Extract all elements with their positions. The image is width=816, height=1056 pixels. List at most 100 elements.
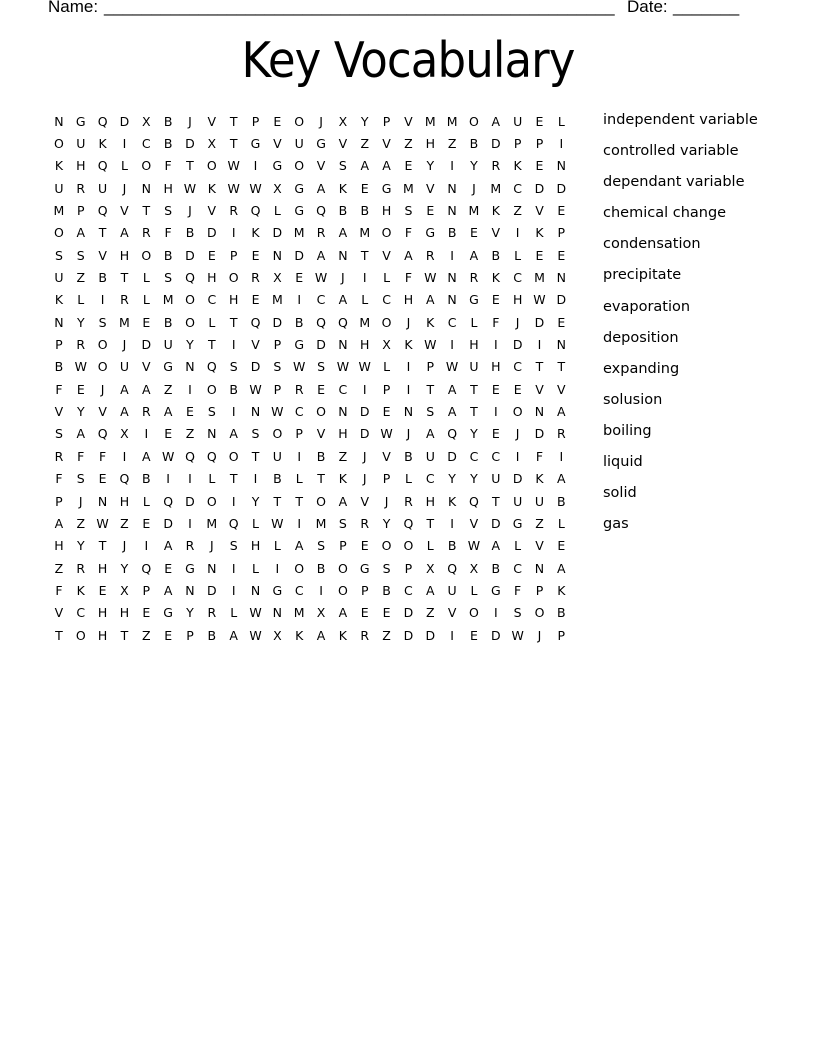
grid-cell[interactable]: B <box>201 628 223 643</box>
grid-cell[interactable]: B <box>223 382 245 397</box>
grid-cell[interactable]: H <box>245 538 267 553</box>
grid-cell[interactable]: R <box>70 561 92 576</box>
grid-cell[interactable]: X <box>135 114 157 129</box>
grid-cell[interactable]: V <box>376 136 398 151</box>
grid-cell[interactable]: I <box>398 382 420 397</box>
grid-cell[interactable]: R <box>70 337 92 352</box>
grid-cell[interactable]: U <box>507 114 529 129</box>
grid-cell[interactable]: B <box>354 203 376 218</box>
grid-cell[interactable]: V <box>48 404 70 419</box>
grid-cell[interactable]: H <box>157 181 179 196</box>
grid-cell[interactable]: E <box>376 605 398 620</box>
grid-cell[interactable]: U <box>114 359 136 374</box>
grid-cell[interactable]: T <box>529 359 551 374</box>
grid-cell[interactable]: Y <box>463 426 485 441</box>
grid-cell[interactable]: P <box>48 337 70 352</box>
grid-cell[interactable]: R <box>354 516 376 531</box>
grid-cell[interactable]: N <box>245 404 267 419</box>
grid-cell[interactable]: G <box>288 203 310 218</box>
grid-cell[interactable]: D <box>398 628 420 643</box>
grid-cell[interactable]: O <box>266 426 288 441</box>
grid-cell[interactable]: L <box>398 471 420 486</box>
grid-cell[interactable]: P <box>354 583 376 598</box>
grid-cell[interactable]: E <box>135 516 157 531</box>
grid-cell[interactable]: I <box>485 605 507 620</box>
grid-cell[interactable]: Z <box>441 136 463 151</box>
grid-cell[interactable]: H <box>463 337 485 352</box>
grid-cell[interactable]: H <box>419 494 441 509</box>
grid-cell[interactable]: M <box>201 516 223 531</box>
grid-cell[interactable]: W <box>332 359 354 374</box>
grid-cell[interactable]: R <box>463 270 485 285</box>
grid-cell[interactable]: M <box>48 203 70 218</box>
grid-cell[interactable]: V <box>419 181 441 196</box>
grid-cell[interactable]: I <box>310 583 332 598</box>
grid-cell[interactable]: N <box>245 583 267 598</box>
grid-cell[interactable]: M <box>310 516 332 531</box>
grid-cell[interactable]: Y <box>179 337 201 352</box>
grid-cell[interactable]: C <box>135 136 157 151</box>
grid-cell[interactable]: K <box>332 181 354 196</box>
grid-cell[interactable]: B <box>485 561 507 576</box>
grid-cell[interactable]: D <box>201 583 223 598</box>
grid-cell[interactable]: T <box>179 158 201 173</box>
grid-cell[interactable]: X <box>332 114 354 129</box>
grid-cell[interactable]: D <box>485 136 507 151</box>
grid-cell[interactable]: L <box>354 292 376 307</box>
grid-cell[interactable]: Q <box>201 359 223 374</box>
grid-cell[interactable]: E <box>157 561 179 576</box>
grid-cell[interactable]: N <box>332 337 354 352</box>
grid-cell[interactable]: J <box>463 181 485 196</box>
grid-cell[interactable]: J <box>376 494 398 509</box>
grid-cell[interactable]: T <box>419 516 441 531</box>
grid-cell[interactable]: A <box>398 248 420 263</box>
grid-cell[interactable]: F <box>48 583 70 598</box>
grid-cell[interactable]: I <box>529 337 551 352</box>
grid-cell[interactable]: A <box>485 538 507 553</box>
grid-cell[interactable]: A <box>310 628 332 643</box>
grid-cell[interactable]: D <box>135 337 157 352</box>
grid-cell[interactable]: E <box>157 628 179 643</box>
grid-cell[interactable]: Y <box>376 516 398 531</box>
grid-cell[interactable]: E <box>245 248 267 263</box>
grid-cell[interactable]: Y <box>463 158 485 173</box>
grid-cell[interactable]: K <box>529 471 551 486</box>
grid-cell[interactable]: Q <box>310 315 332 330</box>
grid-cell[interactable]: E <box>266 114 288 129</box>
grid-cell[interactable]: S <box>419 404 441 419</box>
grid-cell[interactable]: H <box>485 359 507 374</box>
grid-cell[interactable]: L <box>419 538 441 553</box>
grid-cell[interactable]: I <box>550 449 572 464</box>
grid-cell[interactable]: R <box>419 248 441 263</box>
grid-cell[interactable]: J <box>310 114 332 129</box>
grid-cell[interactable]: H <box>92 605 114 620</box>
grid-cell[interactable]: W <box>529 292 551 307</box>
grid-cell[interactable]: R <box>135 404 157 419</box>
grid-cell[interactable]: E <box>529 114 551 129</box>
grid-cell[interactable]: L <box>507 248 529 263</box>
grid-cell[interactable]: E <box>157 426 179 441</box>
grid-cell[interactable]: D <box>201 225 223 240</box>
grid-cell[interactable]: W <box>266 516 288 531</box>
grid-cell[interactable]: K <box>201 181 223 196</box>
grid-cell[interactable]: O <box>288 561 310 576</box>
grid-cell[interactable]: J <box>529 628 551 643</box>
grid-cell[interactable]: J <box>114 538 136 553</box>
grid-cell[interactable]: T <box>223 315 245 330</box>
grid-cell[interactable]: V <box>92 404 114 419</box>
grid-cell[interactable]: K <box>507 158 529 173</box>
grid-cell[interactable]: D <box>179 248 201 263</box>
grid-cell[interactable]: B <box>310 449 332 464</box>
grid-cell[interactable]: B <box>157 315 179 330</box>
grid-cell[interactable]: C <box>376 292 398 307</box>
grid-cell[interactable]: L <box>463 315 485 330</box>
grid-cell[interactable]: N <box>201 426 223 441</box>
grid-cell[interactable]: U <box>70 136 92 151</box>
grid-cell[interactable]: E <box>529 158 551 173</box>
grid-cell[interactable]: H <box>419 136 441 151</box>
grid-cell[interactable]: R <box>245 270 267 285</box>
grid-cell[interactable]: K <box>441 494 463 509</box>
grid-cell[interactable]: B <box>157 114 179 129</box>
grid-cell[interactable]: M <box>266 292 288 307</box>
grid-cell[interactable]: B <box>550 494 572 509</box>
